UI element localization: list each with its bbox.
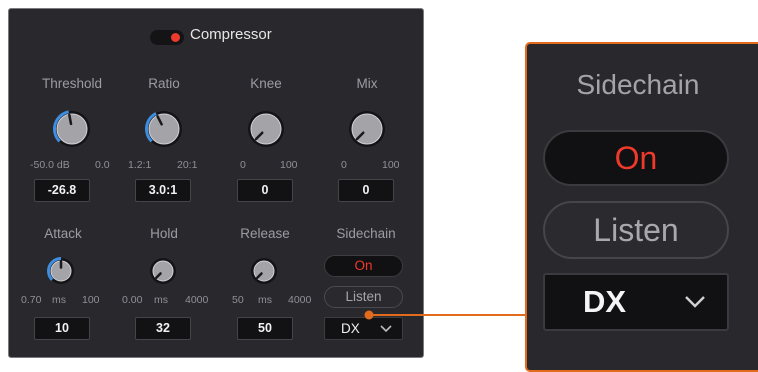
chevron-down-icon	[685, 296, 705, 308]
zoom-on-button[interactable]: On	[543, 130, 729, 186]
zoom-source-value: DX	[583, 284, 627, 319]
sidechain-zoom-callout: Sidechain On Listen DX	[525, 42, 758, 372]
zoom-sidechain-title: Sidechain	[576, 69, 700, 100]
zoom-listen-button[interactable]: Listen	[543, 201, 729, 259]
zoom-source-dropdown[interactable]: DX	[543, 273, 729, 331]
